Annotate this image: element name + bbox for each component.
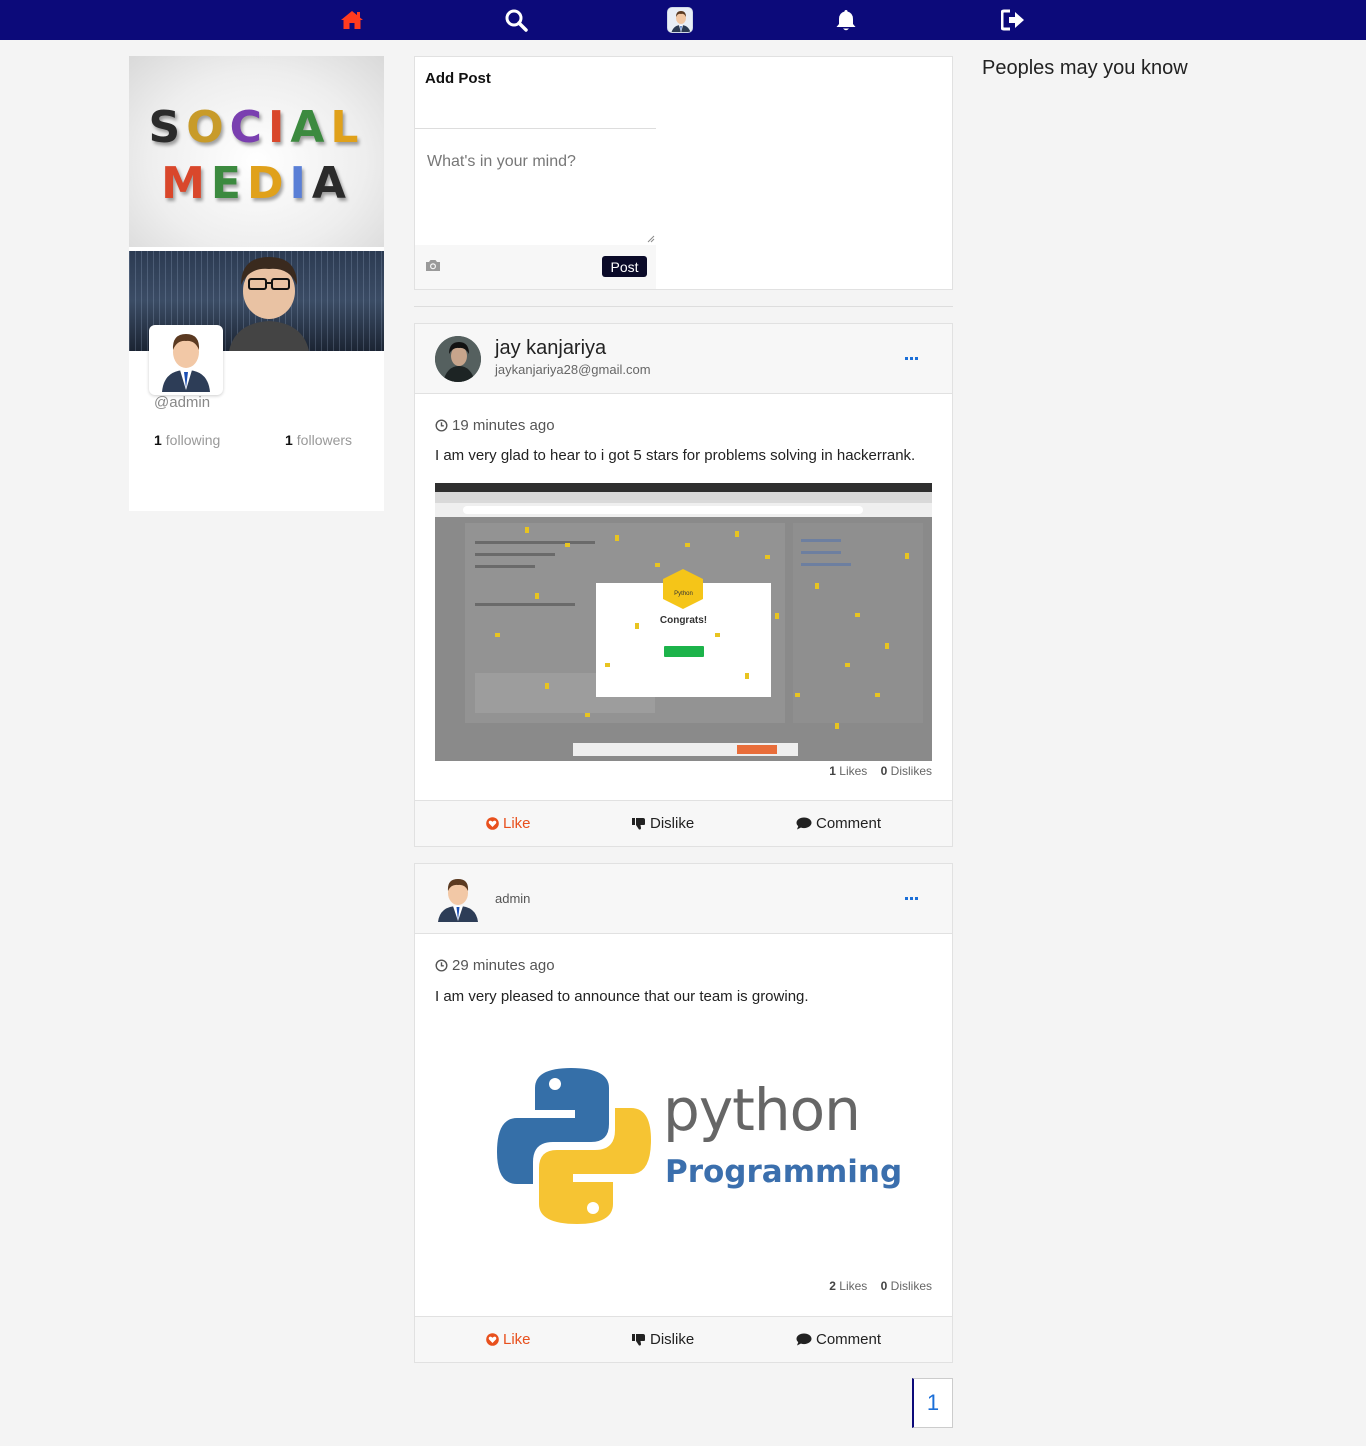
following-count: 1 [154, 432, 162, 448]
post-options-button[interactable] [905, 354, 919, 362]
author-name[interactable]: admin [495, 891, 530, 906]
dislike-label: Dislike [650, 815, 695, 832]
comment-label: Comment [816, 815, 882, 832]
author-name[interactable]: jay kanjariya [495, 337, 606, 360]
post-timestamp: 19 minutes ago [435, 417, 555, 434]
followers-stat[interactable]: 1 followers [285, 432, 352, 448]
thumbs-down-icon [632, 818, 645, 830]
following-stat[interactable]: 1 following [154, 432, 220, 448]
comment-label: Comment [816, 1331, 882, 1348]
post-reaction-counts: 2 Likes 0 Dislikes [829, 1279, 932, 1293]
like-label: Like [503, 815, 531, 832]
likes-count: 2 [829, 1279, 836, 1293]
likes-count: 1 [829, 764, 836, 778]
likes-label: Likes [839, 764, 868, 778]
user-handle: @admin [154, 394, 211, 411]
add-post-title: Add Post [425, 70, 491, 87]
camera-icon[interactable] [425, 259, 441, 272]
post-action-bar: Like Dislike Comment [415, 1316, 952, 1362]
dislikes-label: Dislikes [890, 1279, 932, 1293]
python-logo-subtitle: Programming [665, 1154, 903, 1190]
author-avatar[interactable] [435, 876, 481, 922]
banner-word-media: MEDIA [161, 158, 352, 209]
post-image[interactable]: Python Congrats! [435, 483, 932, 761]
likes-label: Likes [839, 1279, 868, 1293]
profile-avatar [667, 7, 693, 33]
clock-icon [435, 419, 448, 432]
search-icon [505, 9, 528, 32]
dislikes-count: 0 [880, 764, 888, 778]
dislike-button[interactable]: Dislike [632, 1331, 694, 1348]
post-timestamp: 29 minutes ago [435, 957, 555, 974]
image-congrats-text: Congrats! [659, 615, 708, 626]
following-label: following [165, 432, 221, 448]
post-button[interactable]: Post [602, 256, 647, 277]
followers-label: followers [296, 432, 353, 448]
profile-picture[interactable] [149, 325, 223, 395]
author-email: jaykanjariya28@gmail.com [495, 362, 651, 377]
composer-toolbar: Post [415, 245, 656, 289]
like-button[interactable]: Like [486, 1331, 531, 1348]
like-button[interactable]: Like [486, 815, 531, 832]
like-label: Like [503, 1331, 531, 1348]
logout-nav-button[interactable] [993, 0, 1033, 40]
comment-icon [796, 1333, 812, 1346]
notifications-nav-button[interactable] [826, 0, 866, 40]
resize-handle-icon[interactable] [647, 235, 655, 243]
feed-divider [414, 306, 953, 307]
post-card: admin 29 minutes ago I am very pleased t… [414, 863, 953, 1363]
post-header: admin [415, 864, 952, 934]
post-time-text: 19 minutes ago [452, 417, 555, 434]
thumbs-down-icon [632, 1334, 645, 1346]
banner-word-social: SOCIAL [148, 102, 365, 153]
home-nav-button[interactable] [332, 0, 372, 40]
dislike-label: Dislike [650, 1331, 695, 1348]
post-text: I am very glad to hear to i got 5 stars … [435, 447, 916, 464]
followers-count: 1 [285, 432, 293, 448]
python-logo-word: python [663, 1076, 861, 1144]
user-avatar-icon [162, 334, 210, 392]
people-you-may-know-title: Peoples may you know [982, 57, 1188, 79]
post-text: I am very pleased to announce that our t… [435, 988, 809, 1005]
search-nav-button[interactable] [496, 0, 536, 40]
bell-icon [836, 10, 856, 31]
author-avatar[interactable] [435, 336, 481, 382]
post-action-bar: Like Dislike Comment [415, 800, 952, 846]
post-header: jay kanjariya jaykanjariya28@gmail.com [415, 324, 952, 394]
dislikes-label: Dislikes [890, 764, 932, 778]
post-card: jay kanjariya jaykanjariya28@gmail.com 1… [414, 323, 953, 847]
post-time-text: 29 minutes ago [452, 957, 555, 974]
social-media-banner: SOCIAL MEDIA [129, 56, 384, 247]
comment-button[interactable]: Comment [796, 1331, 881, 1348]
clock-icon [435, 959, 448, 972]
comment-icon [796, 817, 812, 830]
python-logo-icon [497, 1068, 651, 1224]
comment-button[interactable]: Comment [796, 815, 881, 832]
logout-icon [1001, 9, 1024, 31]
profile-nav-button[interactable] [660, 0, 700, 40]
dislike-button[interactable]: Dislike [632, 815, 694, 832]
heart-icon [486, 817, 499, 830]
top-navbar [0, 0, 1366, 40]
pagination-page-1[interactable]: 1 [912, 1378, 953, 1428]
post-options-button[interactable] [905, 894, 919, 902]
post-textarea[interactable] [415, 129, 656, 245]
image-badge-text: Python [674, 591, 693, 597]
home-icon [341, 11, 363, 29]
post-image[interactable]: python Programming [435, 1024, 932, 1274]
profile-card: SOCIAL MEDIA @admin 1 following 1 follower… [129, 56, 384, 511]
dislikes-count: 0 [880, 1279, 888, 1293]
heart-icon [486, 1333, 499, 1346]
add-post-card: Add Post Post [414, 56, 953, 290]
post-reaction-counts: 1 Likes 0 Dislikes [829, 764, 932, 778]
